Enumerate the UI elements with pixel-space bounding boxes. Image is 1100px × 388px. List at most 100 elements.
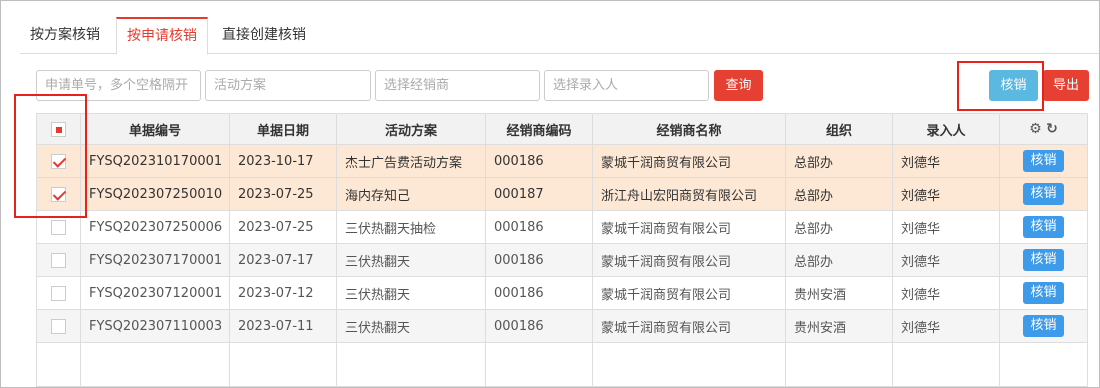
- query-button[interactable]: 查询: [714, 70, 763, 101]
- cell-org: 总部办: [785, 144, 893, 178]
- cell-doc-no: FYSQ202307250010: [80, 177, 230, 211]
- row-checkbox[interactable]: [51, 285, 66, 301]
- cell-dealer-name: 蒙城千润商贸有限公司: [592, 309, 786, 343]
- entry-user-select[interactable]: 选择录入人: [544, 70, 709, 101]
- cell-doc-date: 2023-07-25: [229, 177, 337, 211]
- row-action-cell: 核销: [999, 243, 1088, 277]
- col-org: 组织: [785, 113, 893, 145]
- tab-by-application[interactable]: 按申请核销: [116, 17, 208, 55]
- cell-org: 总部办: [785, 243, 893, 277]
- tab-by-plan[interactable]: 按方案核销: [20, 17, 110, 54]
- col-entry-user: 录入人: [892, 113, 1000, 145]
- table-row[interactable]: FYSQ202307120001 2023-07-12 三伏热翻天 000186 蒙城千…: [36, 276, 1088, 310]
- col-settings: ⚙ ↻: [999, 113, 1088, 145]
- cell-entry-user: 刘德华: [892, 144, 1000, 178]
- checkbox-highlight-box: [14, 94, 87, 218]
- cell-entry-user: 刘德华: [892, 243, 1000, 277]
- cell-doc-date: 2023-10-17: [229, 144, 337, 178]
- empty-cell: [999, 342, 1088, 387]
- cell-dealer-name: 蒙城千润商贸有限公司: [592, 243, 786, 277]
- cell-entry-user: 刘德华: [892, 309, 1000, 343]
- col-activity-plan: 活动方案: [336, 113, 486, 145]
- cell-dealer-code: 000186: [485, 309, 593, 343]
- row-checkbox[interactable]: [51, 219, 66, 235]
- row-action-cell: 核销: [999, 177, 1088, 211]
- application-table: 单据编号 单据日期 活动方案 经销商编码 经销商名称 组织 录入人 ⚙ ↻ FY…: [36, 113, 1088, 387]
- row-writeoff-button[interactable]: 核销: [1023, 315, 1064, 337]
- row-action-cell: 核销: [999, 144, 1088, 178]
- gear-icon[interactable]: ⚙: [1029, 121, 1042, 137]
- cell-doc-no: FYSQ202307120001: [80, 276, 230, 310]
- cell-dealer-name: 蒙城千润商贸有限公司: [592, 144, 786, 178]
- cell-doc-date: 2023-07-17: [229, 243, 337, 277]
- cell-org: 贵州安酒: [785, 309, 893, 343]
- cell-dealer-name: 浙江舟山宏阳商贸有限公司: [592, 177, 786, 211]
- cell-doc-date: 2023-07-25: [229, 210, 337, 244]
- cell-doc-no: FYSQ202307170001: [80, 243, 230, 277]
- cell-dealer-code: 000186: [485, 144, 593, 178]
- empty-cell: [485, 342, 593, 387]
- row-action-cell: 核销: [999, 309, 1088, 343]
- tab-bar: 按方案核销 按申请核销 直接创建核销: [20, 17, 1099, 55]
- col-doc-date: 单据日期: [229, 113, 337, 145]
- row-writeoff-button[interactable]: 核销: [1023, 249, 1064, 271]
- empty-cell: [592, 342, 786, 387]
- col-dealer-name: 经销商名称: [592, 113, 786, 145]
- row-writeoff-button[interactable]: 核销: [1023, 282, 1064, 304]
- row-action-cell: 核销: [999, 276, 1088, 310]
- cell-dealer-code: 000186: [485, 210, 593, 244]
- col-dealer-code: 经销商编码: [485, 113, 593, 145]
- cell-doc-date: 2023-07-11: [229, 309, 337, 343]
- cell-activity-plan: 杰士广告费活动方案: [336, 144, 486, 178]
- refresh-icon[interactable]: ↻: [1046, 121, 1058, 137]
- empty-row: [36, 342, 1088, 387]
- cell-org: 贵州安酒: [785, 276, 893, 310]
- row-checkbox-cell[interactable]: [36, 309, 81, 343]
- dealer-select[interactable]: 选择经销商: [375, 70, 540, 101]
- tab-direct-create[interactable]: 直接创建核销: [212, 17, 316, 54]
- row-writeoff-button[interactable]: 核销: [1023, 183, 1064, 205]
- empty-cell: [785, 342, 893, 387]
- row-writeoff-button[interactable]: 核销: [1023, 150, 1064, 172]
- export-button[interactable]: 导出: [1043, 70, 1089, 101]
- row-checkbox[interactable]: [51, 252, 66, 268]
- cell-dealer-code: 000186: [485, 276, 593, 310]
- cell-dealer-code: 000187: [485, 177, 593, 211]
- cell-activity-plan: 海内存知己: [336, 177, 486, 211]
- empty-cell: [229, 342, 337, 387]
- cell-doc-no: FYSQ202310170001: [80, 144, 230, 178]
- cell-entry-user: 刘德华: [892, 177, 1000, 211]
- table-row[interactable]: FYSQ202310170001 2023-10-17 杰士广告费活动方案 00018…: [36, 144, 1088, 178]
- cell-activity-plan: 三伏热翻天: [336, 309, 486, 343]
- col-doc-no: 单据编号: [80, 113, 230, 145]
- row-writeoff-button[interactable]: 核销: [1023, 216, 1064, 238]
- writeoff-highlight-box: [957, 61, 1044, 111]
- table-row[interactable]: FYSQ202307250006 2023-07-25 三伏热翻天抽检 000186 蒙…: [36, 210, 1088, 244]
- activity-plan-input[interactable]: 活动方案: [205, 70, 371, 101]
- empty-cell: [336, 342, 486, 387]
- table-row[interactable]: FYSQ202307110003 2023-07-11 三伏热翻天 000186 蒙城千…: [36, 309, 1088, 343]
- row-checkbox-cell[interactable]: [36, 276, 81, 310]
- empty-cell: [892, 342, 1000, 387]
- empty-cell: [80, 342, 230, 387]
- cell-org: 总部办: [785, 210, 893, 244]
- empty-cell: [36, 342, 81, 387]
- cell-doc-no: FYSQ202307110003: [80, 309, 230, 343]
- cell-dealer-name: 蒙城千润商贸有限公司: [592, 210, 786, 244]
- cell-entry-user: 刘德华: [892, 276, 1000, 310]
- cell-dealer-code: 000186: [485, 243, 593, 277]
- cell-doc-date: 2023-07-12: [229, 276, 337, 310]
- cell-dealer-name: 蒙城千润商贸有限公司: [592, 276, 786, 310]
- cell-activity-plan: 三伏热翻天: [336, 276, 486, 310]
- row-checkbox[interactable]: [51, 318, 66, 334]
- row-action-cell: 核销: [999, 210, 1088, 244]
- cell-activity-plan: 三伏热翻天抽检: [336, 210, 486, 244]
- table-row[interactable]: FYSQ202307250010 2023-07-25 海内存知己 000187 浙江舟…: [36, 177, 1088, 211]
- table-header: 单据编号 单据日期 活动方案 经销商编码 经销商名称 组织 录入人 ⚙ ↻: [36, 113, 1088, 145]
- cell-entry-user: 刘德华: [892, 210, 1000, 244]
- table-row[interactable]: FYSQ202307170001 2023-07-17 三伏热翻天 000186 蒙城千…: [36, 243, 1088, 277]
- cell-activity-plan: 三伏热翻天: [336, 243, 486, 277]
- row-checkbox-cell[interactable]: [36, 243, 81, 277]
- cell-org: 总部办: [785, 177, 893, 211]
- cell-doc-no: FYSQ202307250006: [80, 210, 230, 244]
